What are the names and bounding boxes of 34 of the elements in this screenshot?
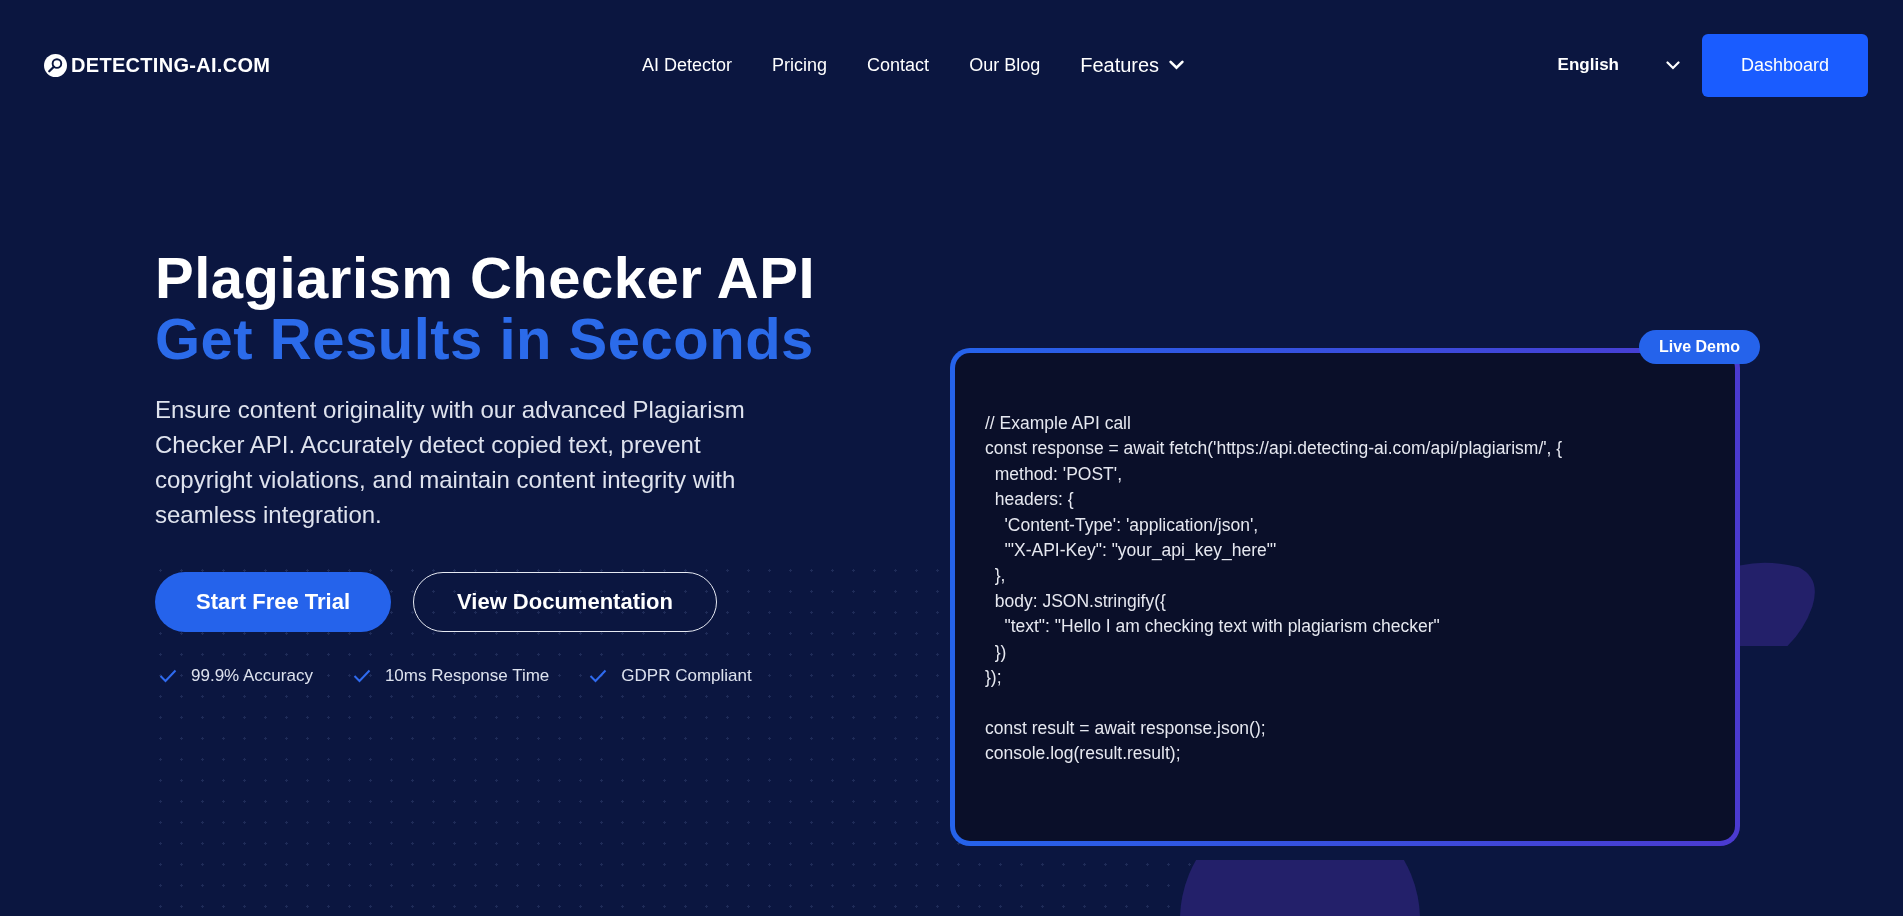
code-line: 'Content-Type': 'application/json', bbox=[1003, 513, 1260, 537]
dashboard-button[interactable]: Dashboard bbox=[1702, 33, 1868, 97]
checkmark-icon bbox=[589, 669, 608, 683]
code-line: "text": "Hello I am checking text with plagiarism checker" bbox=[1003, 615, 1441, 639]
hero-description: Ensure content originality with our advanced Plagiarism Checker API. Accurately detect copied text, prevent copyright violations, and maintain content integrity with seamless integration. bbox=[155, 395, 745, 530]
code-line: }); bbox=[985, 665, 1003, 689]
start-trial-button[interactable]: Start Free Trial bbox=[155, 572, 391, 632]
live-demo-badge: Live Demo bbox=[1639, 330, 1760, 364]
code-line: console.log(result.result); bbox=[985, 742, 1182, 766]
code-line: body: JSON.stringify({ bbox=[993, 589, 1167, 613]
logo-text[interactable]: DETECTING-AI.COM bbox=[71, 53, 271, 77]
code-line: const response = await fetch('https://api.detecting-ai.com/api/plagiarism/', { bbox=[985, 437, 1564, 461]
feature-text: GDPR Compliant bbox=[621, 666, 752, 686]
code-line: // Example API call bbox=[985, 412, 1132, 435]
language-select[interactable]: English bbox=[1557, 55, 1680, 75]
checkmark-icon bbox=[352, 669, 371, 683]
code-line: '"X-API-Key": "your_api_key_here"' bbox=[1003, 538, 1278, 563]
magnifier-logo-icon bbox=[44, 53, 67, 77]
code-line: method: 'POST', bbox=[993, 462, 1123, 486]
checkmark-icon bbox=[159, 669, 177, 683]
code-line: headers: { bbox=[993, 488, 1075, 512]
code-line: }, bbox=[993, 564, 1007, 588]
chevron-down-icon bbox=[1169, 60, 1185, 70]
feature-text: 99.9% Accuracy bbox=[191, 666, 313, 686]
hero-title: Plagiarism Checker API bbox=[155, 248, 817, 308]
nav-link[interactable]: Contact bbox=[867, 54, 930, 76]
nav-link[interactable]: Pricing bbox=[772, 54, 828, 76]
code-line: }) bbox=[993, 640, 1008, 664]
nav-dropdown[interactable]: Features bbox=[1080, 53, 1185, 77]
feature-text: 10ms Response Time bbox=[384, 666, 550, 686]
nav-link[interactable]: Our Blog bbox=[969, 54, 1041, 76]
code-line: const result = await response.json(); bbox=[985, 716, 1267, 740]
nav-link[interactable]: AI Detector bbox=[642, 54, 733, 76]
chevron-down-icon bbox=[1666, 60, 1680, 70]
